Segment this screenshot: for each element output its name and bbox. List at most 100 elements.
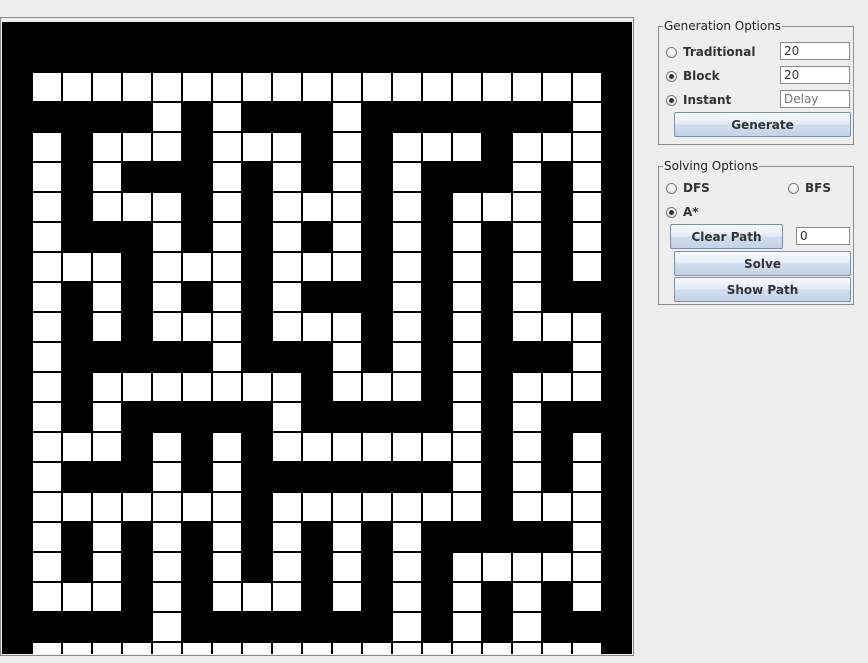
maze-path-cell[interactable] (33, 283, 61, 311)
maze-canvas[interactable] (2, 22, 632, 654)
maze-path-cell[interactable] (573, 163, 601, 191)
maze-path-cell[interactable] (243, 373, 271, 401)
maze-path-cell[interactable] (393, 313, 421, 341)
maze-path-cell[interactable] (213, 433, 241, 461)
maze-path-cell[interactable] (213, 283, 241, 311)
maze-path-cell[interactable] (363, 433, 391, 461)
maze-path-cell[interactable] (513, 253, 541, 281)
maze-path-cell[interactable] (33, 253, 61, 281)
path-length-field[interactable] (796, 227, 850, 245)
maze-path-cell[interactable] (243, 583, 271, 611)
maze-path-cell[interactable] (33, 643, 61, 654)
maze-path-cell[interactable] (573, 133, 601, 161)
maze-path-cell[interactable] (123, 493, 151, 521)
maze-path-cell[interactable] (93, 433, 121, 461)
maze-path-cell[interactable] (333, 73, 361, 101)
maze-path-cell[interactable] (213, 523, 241, 551)
maze-path-cell[interactable] (333, 253, 361, 281)
maze-path-cell[interactable] (273, 163, 301, 191)
maze-path-cell[interactable] (543, 313, 571, 341)
maze-path-cell[interactable] (573, 463, 601, 491)
maze-path-cell[interactable] (63, 583, 91, 611)
maze-path-cell[interactable] (483, 73, 511, 101)
maze-path-cell[interactable] (513, 73, 541, 101)
maze-path-cell[interactable] (303, 313, 331, 341)
maze-path-cell[interactable] (573, 523, 601, 551)
maze-path-cell[interactable] (333, 493, 361, 521)
maze-path-cell[interactable] (213, 493, 241, 521)
maze-path-cell[interactable] (273, 133, 301, 161)
maze-path-cell[interactable] (453, 223, 481, 251)
maze-path-cell[interactable] (363, 373, 391, 401)
maze-path-cell[interactable] (393, 133, 421, 161)
maze-path-cell[interactable] (63, 73, 91, 101)
maze-path-cell[interactable] (393, 433, 421, 461)
maze-path-cell[interactable] (63, 433, 91, 461)
maze-path-cell[interactable] (183, 313, 211, 341)
maze-path-cell[interactable] (123, 133, 151, 161)
maze-path-cell[interactable] (273, 523, 301, 551)
maze-path-cell[interactable] (273, 313, 301, 341)
maze-path-cell[interactable] (513, 283, 541, 311)
maze-path-cell[interactable] (273, 373, 301, 401)
maze-path-cell[interactable] (333, 523, 361, 551)
maze-path-cell[interactable] (243, 133, 271, 161)
maze-path-cell[interactable] (543, 643, 571, 654)
maze-path-cell[interactable] (153, 583, 181, 611)
maze-path-cell[interactable] (213, 133, 241, 161)
maze-path-cell[interactable] (213, 223, 241, 251)
maze-path-cell[interactable] (543, 493, 571, 521)
maze-path-cell[interactable] (573, 103, 601, 131)
maze-path-cell[interactable] (153, 553, 181, 581)
maze-path-cell[interactable] (93, 493, 121, 521)
maze-path-cell[interactable] (513, 223, 541, 251)
maze-path-cell[interactable] (303, 193, 331, 221)
maze-path-cell[interactable] (423, 643, 451, 654)
maze-path-cell[interactable] (393, 493, 421, 521)
maze-path-cell[interactable] (33, 403, 61, 431)
maze-path-cell[interactable] (453, 343, 481, 371)
radio-traditional[interactable]: Traditional (666, 44, 755, 60)
maze-path-cell[interactable] (333, 163, 361, 191)
maze-path-cell[interactable] (153, 433, 181, 461)
maze-path-cell[interactable] (513, 193, 541, 221)
maze-path-cell[interactable] (333, 313, 361, 341)
maze-path-cell[interactable] (453, 403, 481, 431)
maze-path-cell[interactable] (543, 373, 571, 401)
maze-path-cell[interactable] (33, 433, 61, 461)
maze-path-cell[interactable] (183, 643, 211, 654)
maze-path-cell[interactable] (573, 193, 601, 221)
maze-path-cell[interactable] (153, 223, 181, 251)
maze-path-cell[interactable] (393, 553, 421, 581)
maze-path-cell[interactable] (513, 403, 541, 431)
maze-path-cell[interactable] (93, 73, 121, 101)
maze-path-cell[interactable] (33, 553, 61, 581)
maze-path-cell[interactable] (93, 403, 121, 431)
solve-button[interactable]: Solve (674, 251, 851, 276)
maze-path-cell[interactable] (93, 373, 121, 401)
maze-path-cell[interactable] (363, 493, 391, 521)
maze-path-cell[interactable] (153, 523, 181, 551)
maze-path-cell[interactable] (153, 73, 181, 101)
maze-path-cell[interactable] (333, 583, 361, 611)
maze-path-cell[interactable] (453, 613, 481, 641)
maze-path-cell[interactable] (423, 73, 451, 101)
maze-path-cell[interactable] (543, 553, 571, 581)
maze-path-cell[interactable] (33, 73, 61, 101)
maze-path-cell[interactable] (123, 73, 151, 101)
block-size-field[interactable] (780, 66, 850, 84)
maze-path-cell[interactable] (273, 643, 301, 654)
maze-path-cell[interactable] (453, 433, 481, 461)
maze-path-cell[interactable] (393, 163, 421, 191)
maze-path-cell[interactable] (273, 553, 301, 581)
maze-path-cell[interactable] (33, 193, 61, 221)
maze-path-cell[interactable] (573, 223, 601, 251)
maze-path-cell[interactable] (513, 313, 541, 341)
maze-path-cell[interactable] (213, 73, 241, 101)
maze-path-cell[interactable] (33, 163, 61, 191)
maze-path-cell[interactable] (393, 253, 421, 281)
maze-path-cell[interactable] (393, 613, 421, 641)
maze-path-cell[interactable] (393, 223, 421, 251)
maze-path-cell[interactable] (33, 583, 61, 611)
maze-path-cell[interactable] (153, 283, 181, 311)
